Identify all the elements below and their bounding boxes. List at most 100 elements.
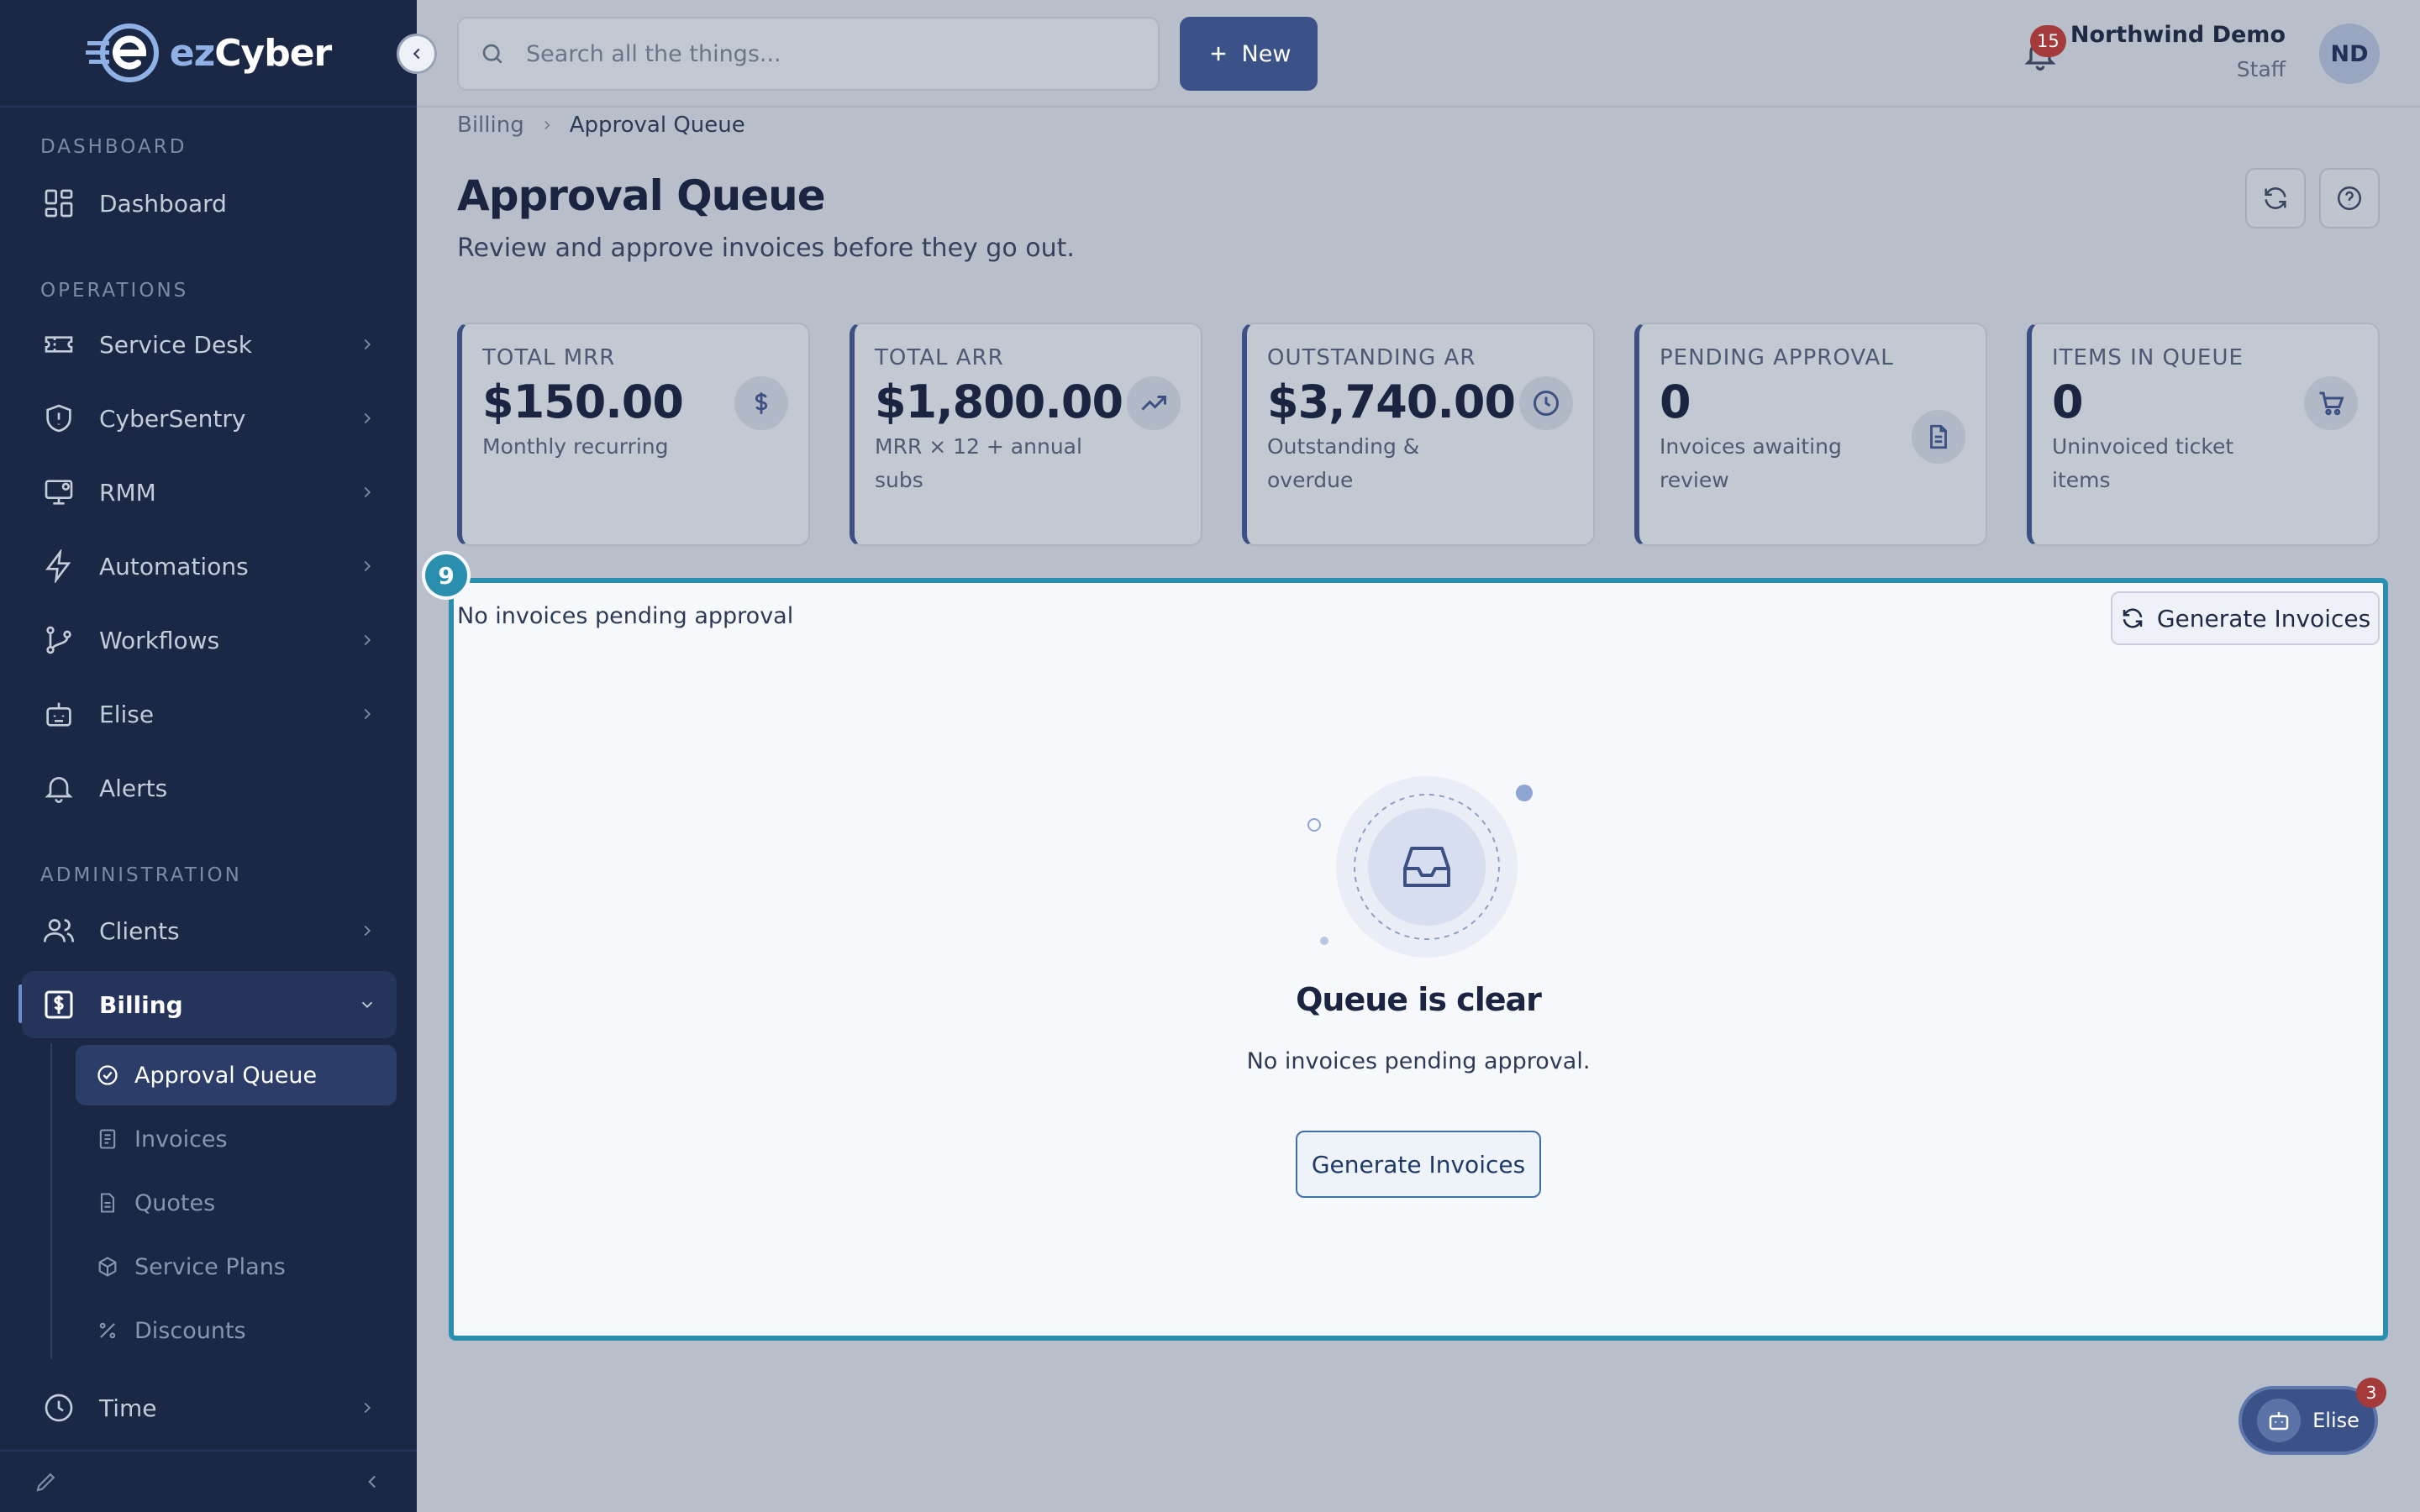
sidebar-item-label: Dashboard [99,189,227,218]
sidebar-item-time[interactable]: Time [22,1374,397,1441]
stat-card-total-arr: TOTAL ARR $1,800.00 MRR × 12 + annual su… [850,323,1202,546]
generate-invoices-empty-button[interactable]: Generate Invoices [1296,1131,1541,1198]
percent-icon [99,1322,116,1339]
sidebar-subitem-quotes[interactable]: Quotes [76,1173,397,1233]
monitor-icon [45,480,73,505]
sidebar-item-elise[interactable]: Elise [22,680,397,748]
chevron-right-icon [364,925,371,937]
submenu-guide [50,1043,52,1359]
chevron-right-icon [364,634,371,646]
user-name[interactable]: Northwind Demo [2070,22,2286,48]
sidebar-item-clients[interactable]: Clients [22,897,397,964]
clock-icon [1519,376,1573,430]
refresh-icon [2265,187,2286,209]
cart-icon [2304,376,2358,430]
bell-icon [45,777,73,803]
clock-icon [45,1394,73,1422]
sidebar-subitem-invoices[interactable]: Invoices [76,1109,397,1169]
sidebar-subitem-discounts[interactable]: Discounts [76,1300,397,1361]
refresh-icon [2123,608,2143,628]
sidebar-item-label: RMM [99,478,156,507]
trending-up-icon [1127,376,1181,430]
chevron-right-icon [364,486,371,498]
breadcrumb-current: Approval Queue [569,113,745,138]
stat-card-pending-approval: PENDING APPROVAL 0 Invoices awaiting rev… [1634,323,1987,546]
stat-description: Invoices awaiting review [1660,434,1842,492]
git-branch-icon [46,626,71,654]
document-icon [100,1193,115,1213]
users-icon [44,919,74,942]
stat-description: Uninvoiced ticket items [2052,434,2234,492]
lightning-icon [45,549,71,583]
search-icon [482,44,502,64]
sidebar-item-label: Alerts [99,774,168,802]
sidebar-item-label: Automations [99,552,249,580]
chevron-down-icon [361,1001,373,1009]
chevron-left-icon[interactable] [361,1471,383,1493]
sidebar-item-label: Billing [99,990,183,1019]
ezcyber-logo-icon [85,24,159,82]
sidebar-subitem-label: Discounts [134,1317,246,1344]
chevron-right-icon [364,1402,371,1414]
empty-inbox-illustration [1307,776,1533,958]
stat-description: MRR × 12 + annual subs [875,434,1082,492]
generate-invoices-label: Generate Invoices [2156,604,2371,633]
sidebar-subitem-label: Quotes [134,1189,216,1216]
page-title: Approval Queue [457,171,826,220]
stat-card-outstanding-ar: OUTSTANDING AR $3,740.00 Outstanding & o… [1242,323,1595,546]
sidebar-subitem-label: Approval Queue [134,1062,318,1089]
section-label-administration: ADMINISTRATION [40,864,242,886]
avatar[interactable]: ND [2319,24,2380,84]
sidebar-subitem-label: Invoices [134,1126,228,1152]
invoice-icon [99,1129,116,1149]
sidebar-footer [0,1450,417,1512]
grid-icon [45,189,73,218]
generate-invoices-button[interactable]: Generate Invoices [2111,591,2380,645]
chevron-right-icon [364,412,371,424]
chevron-left-icon [413,48,420,60]
stat-label: ITEMS IN QUEUE [2052,345,2244,370]
sidebar-item-automations[interactable]: Automations [22,533,397,600]
stat-label: TOTAL MRR [482,345,616,370]
breadcrumb: Billing Approval Queue [457,113,745,138]
stat-label: TOTAL ARR [875,345,1004,370]
sidebar-item-service-desk[interactable]: Service Desk [22,311,397,378]
sidebar-item-dashboard[interactable]: Dashboard [22,170,397,237]
topbar: New 15 Northwind Demo Staff ND [417,0,2420,108]
chevron-right-icon [364,560,371,572]
stat-card-total-mrr: TOTAL MRR $150.00 Monthly recurring [457,323,810,546]
pencil-icon[interactable] [34,1469,59,1494]
sidebar-item-cybersentry[interactable]: CyberSentry [22,385,397,452]
sidebar-subitem-label: Service Plans [134,1253,286,1280]
stat-description: Monthly recurring [482,434,669,459]
new-button[interactable]: New [1180,17,1318,91]
chevron-right-icon [364,708,371,720]
stat-label: OUTSTANDING AR [1267,345,1476,370]
elise-assistant-label: Elise [2312,1409,2360,1432]
refresh-button[interactable] [2245,168,2306,228]
user-role: Staff [2236,57,2286,81]
search-input[interactable] [526,40,1114,67]
breadcrumb-billing-link[interactable]: Billing [457,113,524,138]
page-subtitle: Review and approve invoices before they … [457,234,1075,263]
dollar-icon [734,376,788,430]
sidebar-collapse-button[interactable] [397,34,437,74]
sidebar-item-billing[interactable]: Billing [22,971,397,1038]
sidebar-item-label: Service Desk [99,330,252,359]
stat-description: Outstanding & overdue [1267,434,1420,492]
sidebar-item-alerts[interactable]: Alerts [22,754,397,822]
search-box[interactable] [457,17,1160,91]
notifications-count-badge: 15 [2030,25,2066,57]
help-circle-icon [2337,186,2362,211]
chevron-right-icon [544,120,550,130]
elise-unread-badge: 3 [2356,1378,2386,1408]
brand-logo[interactable]: ezCyber [0,0,417,108]
package-icon [98,1257,117,1277]
sidebar-item-rmm[interactable]: RMM [22,459,397,526]
sidebar-subitem-approval-queue[interactable]: Approval Queue [76,1045,397,1105]
section-label-operations: OPERATIONS [40,280,189,302]
empty-state-text: No invoices pending approval. [1246,1048,1591,1074]
sidebar-item-workflows[interactable]: Workflows [22,606,397,674]
sidebar-subitem-service-plans[interactable]: Service Plans [76,1236,397,1297]
help-button[interactable] [2319,168,2380,228]
